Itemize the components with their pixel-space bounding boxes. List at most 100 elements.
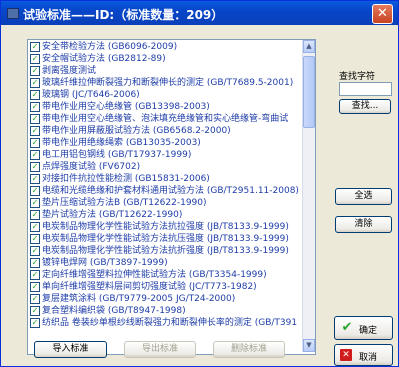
standard-label: 垫片压缩试验方法B (GB/T12622-1990) — [42, 198, 207, 208]
item-checkbox[interactable]: ✓ — [30, 186, 40, 196]
search-input[interactable] — [339, 82, 392, 96]
item-checkbox[interactable]: ✓ — [30, 318, 40, 328]
standard-label: 定向纤维增强塑料拉伸性能试验方法 (GB/T3354-1999) — [42, 270, 267, 280]
standards-dialog: 试验标准——ID:（标准数量：209） ✕ ✓ 纺织品 卷装纱单根纱线断裂强力和断… — [0, 0, 399, 367]
window-title: 试验标准——ID:（标准数量：209） — [23, 8, 224, 22]
clear-button[interactable]: 清除 — [335, 216, 392, 233]
item-checkbox[interactable]: ✓ — [30, 294, 40, 304]
standard-label: 垫片试验方法 (GB/T12622-1990) — [42, 210, 183, 220]
item-checkbox[interactable]: ✓ — [30, 210, 40, 220]
standard-list-item[interactable]: ✓ 复层建筑涂料 (GB/T9779-2005 JG/T24-2000) — [28, 293, 315, 305]
chevron-up-icon: ▲ — [306, 42, 312, 50]
select-all-button[interactable]: 全选 — [335, 188, 392, 205]
standard-list-item[interactable]: ✓ 点焊强度试验 (FV6702) — [28, 161, 315, 173]
item-checkbox[interactable]: ✓ — [30, 174, 40, 184]
standard-list-item[interactable]: ✓ 安全帽试验方法 (GB2812-89) — [28, 53, 315, 65]
standard-list-item[interactable]: ✓ 玻璃纤维拉伸断裂强力和断裂伸长的测定 (GB/T7689.5-2001) — [28, 77, 315, 89]
search-label: 查找字符 — [339, 72, 376, 82]
close-button[interactable]: ✕ — [372, 4, 393, 24]
standard-list-item[interactable]: ✓ 电工用铝包钢线 (GB/T17937-1999) — [28, 149, 315, 161]
standard-label: 安全帽试验方法 (GB2812-89) — [42, 54, 166, 64]
standard-list-item[interactable]: ✓ 安全带检验方法 (GB6096-2009) — [28, 41, 315, 53]
standard-label: 单向纤维增强塑料层间剪切强度试验 (JC/T773-1982) — [42, 282, 257, 292]
standard-list-item[interactable]: ✓ 玻璃钢 (JC/T646-2006) — [28, 89, 315, 101]
item-checkbox[interactable]: ✓ — [30, 42, 40, 52]
standard-list-item[interactable]: ✓ 带电作业用屏蔽服试验方法 (GB6568.2-2000) — [28, 125, 315, 137]
checkmark-icon: ✔ — [341, 320, 353, 335]
cancel-button[interactable]: ✕ 取消 — [334, 344, 393, 366]
standard-label: 剥离强度测试 — [42, 66, 97, 76]
scroll-thumb[interactable] — [303, 56, 315, 128]
standard-label: 复合塑料编织袋 (GB/T8947-1998) — [42, 306, 186, 316]
standard-list-item[interactable]: ✓ 复合塑料编织袋 (GB/T8947-1998) — [28, 305, 315, 317]
item-checkbox[interactable]: ✓ — [30, 258, 40, 268]
standard-label: 带电作业用空心绝缘管、泡沫填充绝缘管和实心绝缘管-弯曲试 — [42, 114, 289, 124]
item-checkbox[interactable]: ✓ — [30, 138, 40, 148]
import-button[interactable]: 导入标准 — [34, 341, 107, 358]
item-checkbox[interactable]: ✓ — [30, 222, 40, 232]
chevron-down-icon: ▼ — [306, 341, 312, 349]
standard-label: 带电作业用绝缘绳索 (GB13035-2003) — [42, 138, 201, 148]
item-checkbox[interactable]: ✓ — [30, 66, 40, 76]
find-button[interactable]: 查找... — [339, 99, 391, 114]
item-checkbox[interactable]: ✓ — [30, 246, 40, 256]
standard-label: 电缆和光缆绝缘和护套材料通用试验方法 (GB/T2951.11-2008) — [42, 186, 299, 196]
standard-label: 复层建筑涂料 (GB/T9779-2005 JG/T24-2000) — [42, 294, 236, 304]
item-checkbox[interactable]: ✓ — [30, 102, 40, 112]
standard-label: 电工用铝包钢线 (GB/T17937-1999) — [42, 150, 192, 160]
standard-label: 电炭制品物理化学性能试验方法抗拉强度 (JB/T8133.9-1999) — [42, 222, 289, 232]
item-checkbox[interactable]: ✓ — [30, 114, 40, 124]
scroll-down-button[interactable]: ▼ — [303, 339, 315, 352]
standard-label: 玻璃纤维拉伸断裂强力和断裂伸长的测定 (GB/T7689.5-2001) — [42, 78, 294, 88]
item-checkbox[interactable]: ✓ — [30, 198, 40, 208]
standard-label: 点焊强度试验 (FV6702) — [42, 162, 141, 172]
standard-list-item[interactable]: ✓ 垫片试验方法 (GB/T12622-1990) — [28, 209, 315, 221]
standard-list-item[interactable]: ✓ 单向纤维增强塑料层间剪切强度试验 (JC/T773-1982) — [28, 281, 315, 293]
standard-list-item[interactable]: ✓ 电炭制品物理化学性能试验方法抗折强度 (JB/T8133.9-1999) — [28, 245, 315, 257]
standard-list-item[interactable]: ✓ 带电作业用空心绝缘管、泡沫填充绝缘管和实心绝缘管-弯曲试 — [28, 113, 315, 125]
standard-label: 电炭制品物理化学性能试验方法抗压强度 (JB/T8133.9-1999) — [42, 234, 289, 244]
item-checkbox[interactable]: ✓ — [30, 270, 40, 280]
standard-list-item[interactable]: ✓ 镀锌电焊网 (GB/T3897-1999) — [28, 257, 315, 269]
close-icon: ✕ — [377, 6, 388, 21]
standard-list-item[interactable]: ✓ 对接扣件抗拉性能检测 (GB15831-2006) — [28, 173, 315, 185]
standard-list-item[interactable]: ✓ 垫片压缩试验方法B (GB/T12622-1990) — [28, 197, 315, 209]
item-checkbox[interactable]: ✓ — [30, 78, 40, 88]
item-checkbox[interactable]: ✓ — [30, 90, 40, 100]
standards-list[interactable]: ✓ 纺织品 卷装纱单根纱线断裂强力和断裂伸长率的测定 (GB/T391 ✓ 复合塑料编… — [27, 39, 316, 355]
cancel-label: 取消 — [359, 353, 378, 363]
item-checkbox[interactable]: ✓ — [30, 54, 40, 64]
standard-list-item[interactable]: ✓ 带电作业用空心绝缘管 (GB13398-2003) — [28, 101, 315, 113]
ok-button[interactable]: ✔ 确定 — [334, 316, 393, 340]
standard-list-item[interactable]: ✓ 带电作业用绝缘绳索 (GB13035-2003) — [28, 137, 315, 149]
standard-label: 安全带检验方法 (GB6096-2009) — [42, 42, 178, 52]
item-checkbox[interactable]: ✓ — [30, 234, 40, 244]
list-scrollbar[interactable]: ▲ ▼ — [302, 40, 315, 352]
standard-label: 电炭制品物理化学性能试验方法抗折强度 (JB/T8133.9-1999) — [42, 246, 289, 256]
standard-label: 带电作业用屏蔽服试验方法 (GB6568.2-2000) — [42, 126, 231, 136]
item-checkbox[interactable]: ✓ — [30, 126, 40, 136]
ok-label: 确定 — [359, 326, 378, 336]
standard-label: 玻璃钢 (JC/T646-2006) — [42, 90, 140, 100]
standard-label: 对接扣件抗拉性能检测 (GB15831-2006) — [42, 174, 210, 184]
item-checkbox[interactable]: ✓ — [30, 162, 40, 172]
standard-list-item[interactable]: ✓ 剥离强度测试 — [28, 65, 315, 77]
standard-list-item[interactable]: ✓ 纺织品 卷装纱单根纱线断裂强力和断裂伸长率的测定 (GB/T391 — [28, 317, 315, 329]
item-checkbox[interactable]: ✓ — [30, 150, 40, 160]
item-checkbox[interactable]: ✓ — [30, 306, 40, 316]
item-checkbox[interactable]: ✓ — [30, 282, 40, 292]
standard-list-item[interactable]: ✓ 定向纤维增强塑料拉伸性能试验方法 (GB/T3354-1999) — [28, 269, 315, 281]
delete-button: 删除标准 — [213, 341, 285, 358]
export-button: 导出标准 — [124, 341, 196, 358]
scroll-up-button[interactable]: ▲ — [303, 40, 315, 53]
standard-label: 纺织品 卷装纱单根纱线断裂强力和断裂伸长率的测定 (GB/T391 — [42, 318, 298, 328]
standard-label: 带电作业用空心绝缘管 (GB13398-2003) — [42, 102, 210, 112]
standard-list-item[interactable]: ✓ 电炭制品物理化学性能试验方法抗拉强度 (JB/T8133.9-1999) — [28, 221, 315, 233]
standard-label: 镀锌电焊网 (GB/T3897-1999) — [42, 258, 168, 268]
standard-list-item[interactable]: ✓ 电炭制品物理化学性能试验方法抗压强度 (JB/T8133.9-1999) — [28, 233, 315, 245]
cancel-x-icon: ✕ — [340, 349, 352, 361]
standard-list-item[interactable]: ✓ 电缆和光缆绝缘和护套材料通用试验方法 (GB/T2951.11-2008) — [28, 185, 315, 197]
title-bar[interactable]: 试验标准——ID:（标准数量：209） ✕ — [1, 1, 398, 25]
app-icon — [7, 8, 19, 19]
dialog-body: ✓ 纺织品 卷装纱单根纱线断裂强力和断裂伸长率的测定 (GB/T391 ✓ 复合塑料编… — [4, 25, 395, 366]
